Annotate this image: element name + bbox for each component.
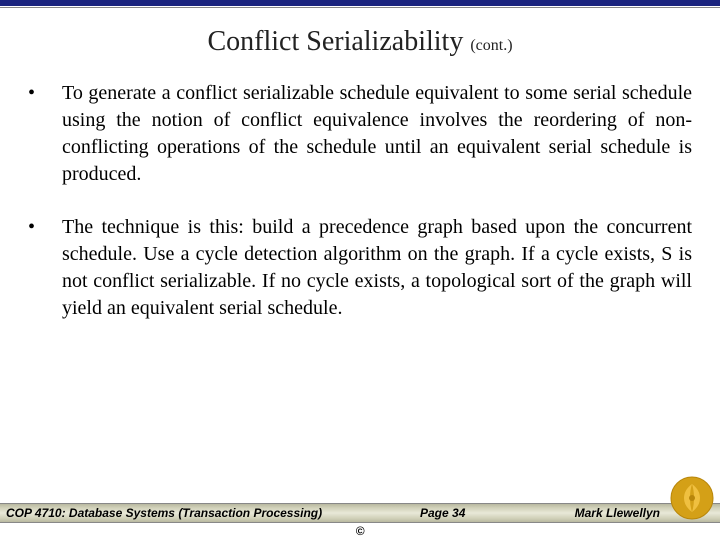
bullet-text: To generate a conflict serializable sche… bbox=[62, 80, 692, 188]
title-main: Conflict Serializability bbox=[207, 26, 463, 57]
footer-author: Mark Llewellyn bbox=[575, 506, 660, 520]
bullet-marker: • bbox=[28, 80, 62, 188]
bullet-list: • To generate a conflict serializable sc… bbox=[28, 80, 692, 322]
ucf-logo-icon bbox=[670, 476, 714, 520]
bullet-text: The technique is this: build a precedenc… bbox=[62, 214, 692, 322]
footer-bar: COP 4710: Database Systems (Transaction … bbox=[0, 503, 720, 523]
title-continuation: (cont.) bbox=[470, 37, 512, 54]
footer-course: COP 4710: Database Systems (Transaction … bbox=[6, 506, 322, 520]
bullet-marker: • bbox=[28, 214, 62, 322]
footer-page: Page 34 bbox=[420, 506, 465, 520]
list-item: • The technique is this: build a precede… bbox=[28, 214, 692, 322]
footer-copyright: © bbox=[0, 523, 720, 540]
slide-content: Conflict Serializability (cont.) • To ge… bbox=[0, 8, 720, 322]
top-accent-bar bbox=[0, 0, 720, 6]
list-item: • To generate a conflict serializable sc… bbox=[28, 80, 692, 188]
footer: COP 4710: Database Systems (Transaction … bbox=[0, 503, 720, 540]
slide-title: Conflict Serializability (cont.) bbox=[28, 26, 692, 58]
